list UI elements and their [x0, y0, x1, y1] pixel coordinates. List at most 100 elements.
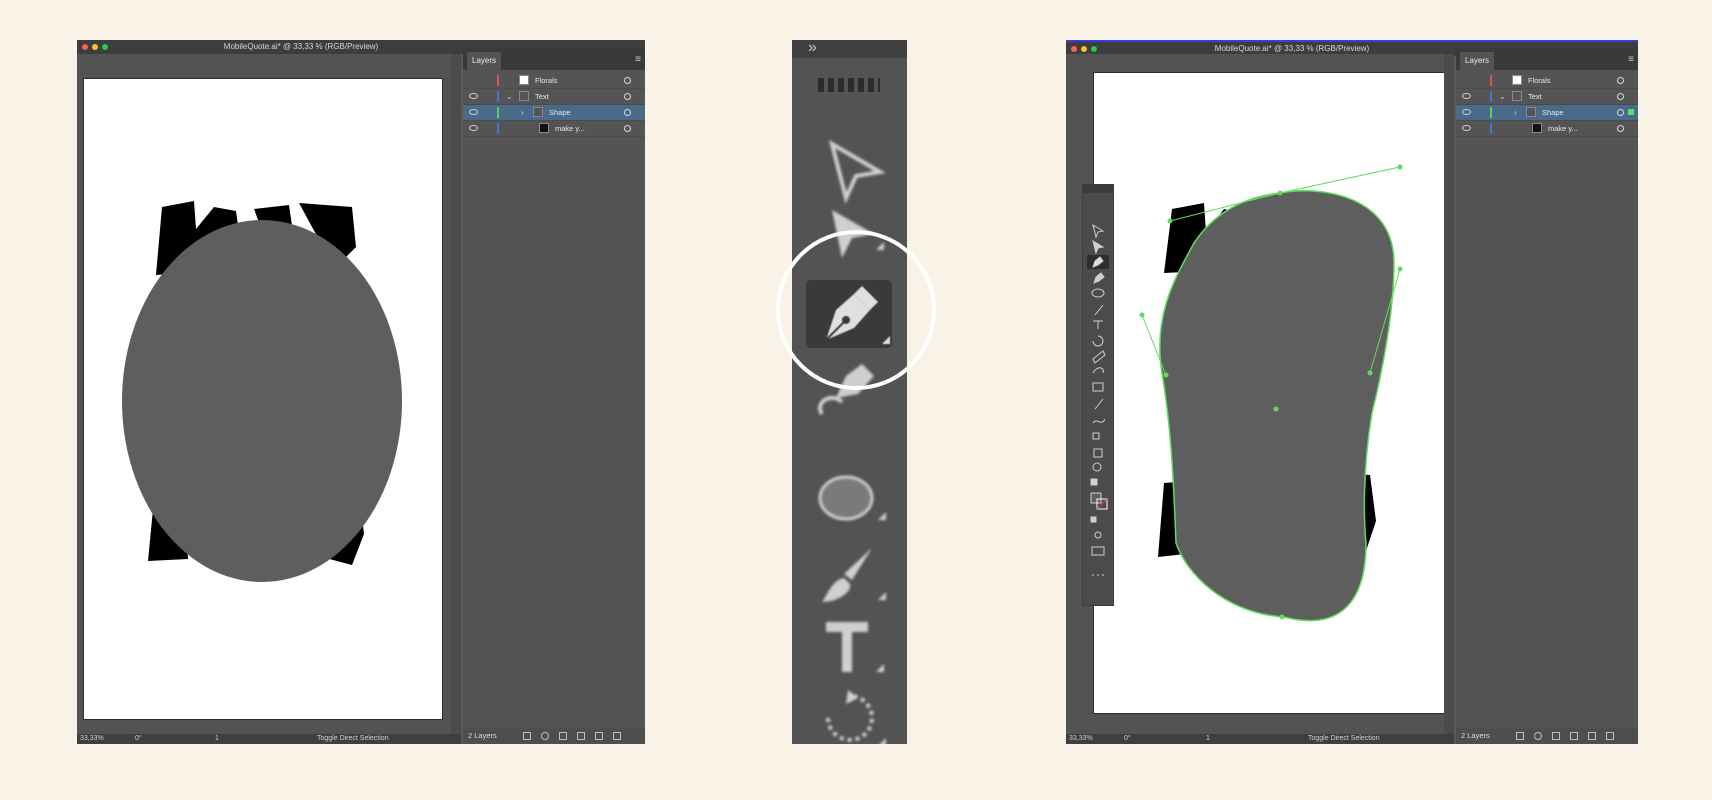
eye-icon[interactable]	[1462, 125, 1471, 131]
layer-name[interactable]: Shape	[1542, 105, 1564, 120]
minimize-button[interactable]	[1081, 46, 1087, 52]
toolbar-grip[interactable]	[818, 78, 880, 92]
oval-shape[interactable]	[122, 220, 402, 582]
screen-mode-icon[interactable]	[1091, 546, 1105, 556]
layer-name[interactable]: make y...	[1548, 121, 1578, 136]
export-icon[interactable]	[1516, 732, 1524, 740]
eye-icon[interactable]	[469, 93, 478, 99]
freeform-shape[interactable]	[1159, 190, 1395, 622]
panel-menu-icon[interactable]: ≡	[635, 54, 641, 65]
layer-name[interactable]: make y...	[555, 121, 585, 136]
target-icon[interactable]	[1617, 93, 1624, 100]
zoom-button[interactable]	[102, 44, 108, 50]
target-icon[interactable]	[1617, 109, 1624, 116]
shape-builder-icon[interactable]	[1092, 432, 1100, 440]
new-sublayer-icon[interactable]	[577, 732, 585, 740]
layer-row-text[interactable]: ⌄ Text	[1456, 89, 1638, 105]
target-icon[interactable]	[624, 125, 631, 132]
artboard[interactable]	[83, 78, 443, 720]
document-canvas[interactable]	[77, 54, 461, 734]
document-canvas[interactable]	[1066, 54, 1454, 734]
clipping-mask-icon[interactable]	[1552, 732, 1560, 740]
direct-selection-tool-icon[interactable]	[792, 136, 907, 206]
layer-row-make-your[interactable]: make y...	[463, 121, 645, 137]
new-layer-icon[interactable]	[1588, 732, 1596, 740]
eye-icon[interactable]	[1462, 109, 1471, 115]
tab-layers[interactable]: Layers	[1460, 52, 1495, 70]
ellipse-tool-icon[interactable]	[792, 468, 907, 528]
export-icon[interactable]	[523, 732, 531, 740]
close-button[interactable]	[82, 44, 88, 50]
lasso-icon[interactable]	[1092, 367, 1104, 374]
eye-icon[interactable]	[469, 125, 478, 131]
chevron-down-icon[interactable]: ⌄	[1499, 89, 1506, 104]
gradient-icon[interactable]	[1092, 382, 1104, 392]
tab-layers[interactable]: Layers	[467, 52, 502, 70]
rotate-icon[interactable]	[1092, 335, 1104, 347]
target-icon[interactable]	[1617, 77, 1624, 84]
layer-thumbnail	[519, 75, 529, 85]
layer-row-shape[interactable]: › Shape	[1456, 105, 1638, 121]
target-icon[interactable]	[624, 93, 631, 100]
layer-name[interactable]: Florals	[1528, 73, 1551, 88]
minimize-button[interactable]	[92, 44, 98, 50]
group-selection-icon[interactable]	[1092, 239, 1105, 255]
color-mode-icon[interactable]	[1090, 516, 1097, 523]
zoom-level[interactable]: 33,33%	[1069, 734, 1093, 744]
direct-selection-icon[interactable]	[1092, 223, 1105, 239]
fill-swatch[interactable]	[1090, 492, 1102, 504]
zoom-button[interactable]	[1091, 46, 1097, 52]
layer-row-shape[interactable]: › Shape	[463, 105, 645, 121]
rotation-value[interactable]: 0°	[1124, 734, 1131, 744]
zoom-level[interactable]: 33,33%	[80, 734, 104, 744]
layer-name[interactable]: Text	[535, 89, 549, 104]
layer-row-florals[interactable]: Florals	[1456, 73, 1638, 89]
chevron-down-icon[interactable]: ⌄	[506, 89, 513, 104]
clipping-mask-icon[interactable]	[559, 732, 567, 740]
layer-name[interactable]: Florals	[535, 73, 558, 88]
artboard[interactable]	[1093, 72, 1445, 714]
layer-name[interactable]: Shape	[549, 105, 571, 120]
panel-menu-icon[interactable]: ≡	[1628, 54, 1634, 65]
close-button[interactable]	[1071, 46, 1077, 52]
eye-icon[interactable]	[469, 109, 478, 115]
chevron-right-icon[interactable]: ›	[1514, 105, 1517, 120]
blend-icon[interactable]	[1092, 418, 1106, 424]
target-icon[interactable]	[1617, 125, 1624, 132]
eyedropper-icon[interactable]	[1094, 398, 1104, 410]
rotation-value[interactable]: 0°	[135, 734, 142, 744]
zoom-icon[interactable]	[1092, 462, 1102, 472]
vertical-scrollbar[interactable]	[451, 54, 461, 734]
new-sublayer-icon[interactable]	[1570, 732, 1578, 740]
curvature-icon[interactable]	[1093, 272, 1105, 284]
collapse-toolbar-icon[interactable]: »	[808, 40, 817, 57]
rotate-tool-icon[interactable]	[792, 688, 907, 744]
layer-color-bar	[497, 91, 499, 102]
vertical-scrollbar[interactable]	[1444, 54, 1454, 734]
paintbrush-tool-icon[interactable]	[792, 544, 907, 606]
layer-row-make-your[interactable]: make y...	[1456, 121, 1638, 137]
draw-mode-icon[interactable]	[1094, 531, 1102, 539]
layer-name[interactable]: Text	[1528, 89, 1542, 104]
trash-icon[interactable]	[1606, 732, 1614, 740]
default-colors-icon[interactable]	[1090, 478, 1098, 486]
eye-icon[interactable]	[1462, 93, 1471, 99]
paintbrush-icon[interactable]	[1094, 304, 1104, 316]
layers-panel: Layers ≡ Florals ⌄ Text › Shape make y..…	[1456, 48, 1638, 744]
eraser-icon[interactable]	[1092, 350, 1106, 364]
layer-row-text[interactable]: ⌄ Text	[463, 89, 645, 105]
locate-object-icon[interactable]	[1534, 732, 1542, 740]
type-tool-icon[interactable]	[792, 618, 907, 678]
chevron-right-icon[interactable]: ›	[521, 105, 524, 120]
ellipse-icon[interactable]	[1091, 288, 1105, 298]
target-icon[interactable]	[624, 109, 631, 116]
type-icon[interactable]	[1093, 320, 1103, 329]
page-number[interactable]: 1	[1206, 734, 1210, 744]
trash-icon[interactable]	[613, 732, 621, 740]
locate-object-icon[interactable]	[541, 732, 549, 740]
new-layer-icon[interactable]	[595, 732, 603, 740]
page-number[interactable]: 1	[215, 734, 219, 744]
layer-row-florals[interactable]: Florals	[463, 73, 645, 89]
target-icon[interactable]	[624, 77, 631, 84]
artboard-icon[interactable]	[1093, 448, 1103, 458]
